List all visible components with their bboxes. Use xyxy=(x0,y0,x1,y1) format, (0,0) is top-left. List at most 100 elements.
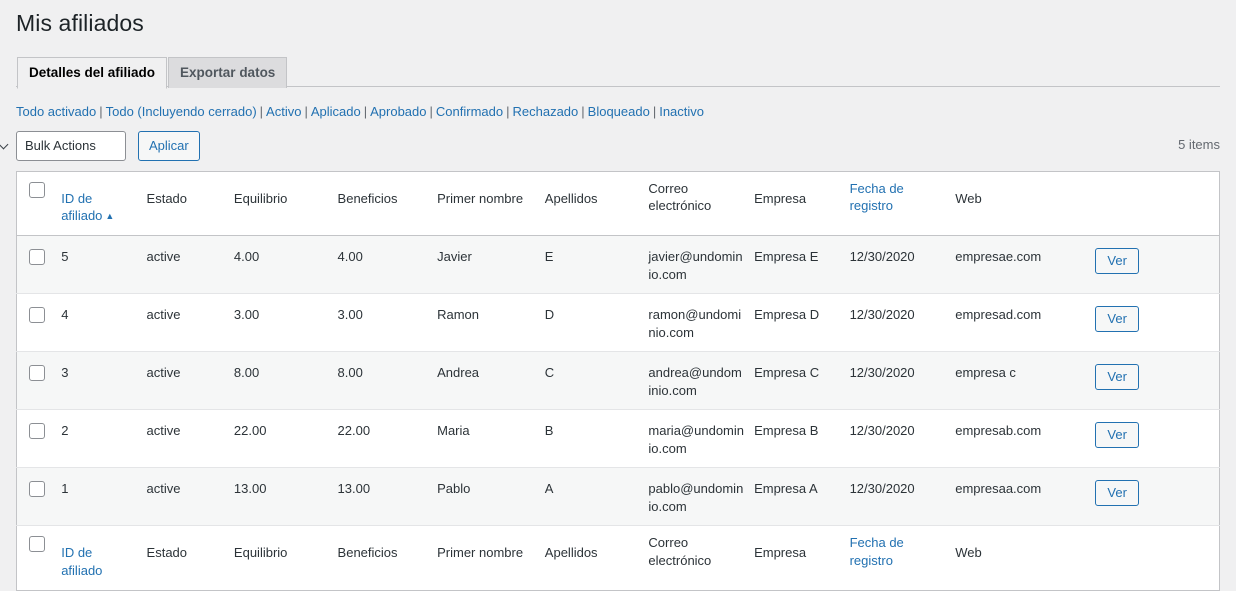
view-button[interactable]: Ver xyxy=(1095,364,1139,391)
cell-first-name: Andrea xyxy=(437,365,480,381)
cell-web: empresa c xyxy=(955,365,1016,381)
cell-balance: 8.00 xyxy=(233,365,260,381)
cell-id: 5 xyxy=(61,248,69,264)
table-head: ID de afiliado ▲ Estado Equilibrio Benefi… xyxy=(16,171,1220,236)
cell-actions: Ver xyxy=(1093,468,1219,526)
view-button[interactable]: Ver xyxy=(1095,422,1139,449)
cell-web: empresae.com xyxy=(955,248,1042,264)
cell-last-name: B xyxy=(544,423,554,439)
cell-status: active xyxy=(146,307,181,323)
table-row: 5 active 4.00 4.00 Javier Ejavier@undominio.c… xyxy=(16,235,1220,294)
column-header-earnings: Beneficios xyxy=(337,171,438,236)
row-checkbox[interactable] xyxy=(29,423,45,440)
view-button[interactable]: Ver xyxy=(1095,480,1139,507)
row-select-cell xyxy=(17,410,62,468)
cell-date: 12/30/2020 xyxy=(849,481,915,497)
filter-link-activo[interactable]: Activo xyxy=(266,104,301,119)
footer-column-header-first-name: Primer nombre xyxy=(437,525,545,591)
cell-first-name: Pablo xyxy=(437,481,471,497)
cell-email: pablo@undominio.com xyxy=(648,481,744,514)
filter-links: Todo activado | Todo (Incluyendo cerrado) |… xyxy=(16,102,1220,122)
column-header-actions xyxy=(1093,171,1220,236)
filter-link-item: Rechazado | xyxy=(512,104,587,119)
column-header-id-link[interactable]: ID de afiliado xyxy=(61,191,102,224)
footer-column-header-id[interactable]: ID de afiliado xyxy=(61,525,147,591)
table-row: 1 active 13.00 13.00 Pablo Apablo@undominio.c… xyxy=(16,467,1220,526)
footer-column-header-date[interactable]: Fecha de registro xyxy=(849,525,956,591)
filter-link-item: Aprobado | xyxy=(370,104,436,119)
view-button[interactable]: Ver xyxy=(1095,306,1139,333)
footer-column-header-earnings: Beneficios xyxy=(337,525,438,591)
filter-link-confirmado[interactable]: Confirmado xyxy=(436,104,503,119)
cell-earnings: 22.00 xyxy=(337,423,371,439)
cell-id: 4 xyxy=(61,307,69,323)
footer-column-header-status: Estado xyxy=(146,525,234,591)
table-row: 2 active 22.00 22.00 Maria Bmaria@undominio.c… xyxy=(16,410,1220,468)
row-checkbox[interactable] xyxy=(29,248,45,265)
footer-column-header-actions xyxy=(1093,525,1220,591)
row-checkbox[interactable] xyxy=(29,365,45,382)
cell-email: andrea@undominio.com xyxy=(648,365,742,398)
column-header-web: Web xyxy=(955,171,1094,236)
footer-column-header-email: Correo electrónico xyxy=(648,525,755,591)
table-foot: ID de afiliado Estado Equilibrio Benefic… xyxy=(16,525,1220,591)
cell-earnings: 13.00 xyxy=(337,481,371,497)
affiliates-table: ID de afiliado ▲ Estado Equilibrio Benefi… xyxy=(16,170,1220,591)
tab-detalles-del-afiliado[interactable]: Detalles del afiliado xyxy=(17,56,168,89)
filter-link-item: Todo (Incluyendo cerrado) | xyxy=(106,104,266,119)
filter-link-rechazado[interactable]: Rechazado xyxy=(512,104,578,119)
row-checkbox[interactable] xyxy=(29,481,45,498)
filter-separator: | xyxy=(304,103,308,119)
cell-actions: Ver xyxy=(1093,352,1219,410)
select-all-checkbox[interactable] xyxy=(29,181,45,198)
footer-column-header-last-name: Apellidos xyxy=(544,525,649,591)
column-header-email: Correo electrónico xyxy=(648,171,755,236)
footer-column-header-web: Web xyxy=(955,525,1094,591)
filter-link-item: Activo | xyxy=(266,104,311,119)
cell-balance: 22.00 xyxy=(233,423,267,439)
cell-balance: 3.00 xyxy=(233,307,260,323)
tab-exportar-datos[interactable]: Exportar datos xyxy=(168,56,288,88)
column-header-date[interactable]: Fecha de registro xyxy=(849,171,956,236)
row-select-cell xyxy=(17,352,62,410)
filter-link-item: Aplicado | xyxy=(311,104,370,119)
cell-balance: 4.00 xyxy=(233,248,260,264)
chevron-down-icon xyxy=(0,142,8,150)
cell-first-name: Ramon xyxy=(437,307,480,323)
filter-link-inactivo[interactable]: Inactivo xyxy=(659,104,704,119)
filter-separator: | xyxy=(99,103,103,119)
cell-company: Empresa E xyxy=(754,248,819,264)
filter-link-bloqueado[interactable]: Bloqueado xyxy=(588,104,650,119)
select-all-checkbox-footer[interactable] xyxy=(29,536,45,553)
cell-actions: Ver xyxy=(1093,235,1219,293)
footer-column-header-id-link[interactable]: ID de afiliado xyxy=(61,545,102,578)
cell-earnings: 3.00 xyxy=(337,307,363,323)
filter-link-todo-activado[interactable]: Todo activado xyxy=(16,104,96,119)
table-nav-top: Bulk Actions Aplicar 5 items xyxy=(16,130,1220,161)
view-button[interactable]: Ver xyxy=(1095,247,1139,274)
cell-last-name: A xyxy=(544,481,554,497)
filter-separator: | xyxy=(652,103,657,119)
cell-date: 12/30/2020 xyxy=(849,307,915,323)
cell-id: 2 xyxy=(61,423,69,439)
row-select-cell xyxy=(17,294,62,352)
filter-link-aprobado[interactable]: Aprobado xyxy=(370,104,426,119)
filter-separator: | xyxy=(581,103,585,119)
row-select-cell xyxy=(17,468,62,526)
footer-column-header-date-link[interactable]: Fecha de registro xyxy=(850,535,904,568)
row-checkbox[interactable] xyxy=(29,307,45,324)
sort-ascending-icon: ▲ xyxy=(105,211,115,222)
bulk-actions-select[interactable]: Bulk Actions xyxy=(16,130,126,161)
filter-link-aplicado[interactable]: Aplicado xyxy=(311,104,361,119)
cell-last-name: D xyxy=(544,307,555,323)
cell-company: Empresa B xyxy=(754,423,819,439)
cell-actions: Ver xyxy=(1093,410,1219,468)
column-header-id[interactable]: ID de afiliado ▲ xyxy=(61,171,147,236)
tab-bar: Detalles del afiliado Exportar datos xyxy=(16,56,1220,89)
filter-link-todo-incluyendo-cerrado[interactable]: Todo (Incluyendo cerrado) xyxy=(106,104,257,119)
apply-button[interactable]: Aplicar xyxy=(138,130,200,161)
column-header-date-link[interactable]: Fecha de registro xyxy=(850,181,904,214)
filter-link-item: Confirmado | xyxy=(436,104,513,119)
filter-link-item: Bloqueado | xyxy=(588,104,660,119)
cell-earnings: 4.00 xyxy=(337,248,363,264)
